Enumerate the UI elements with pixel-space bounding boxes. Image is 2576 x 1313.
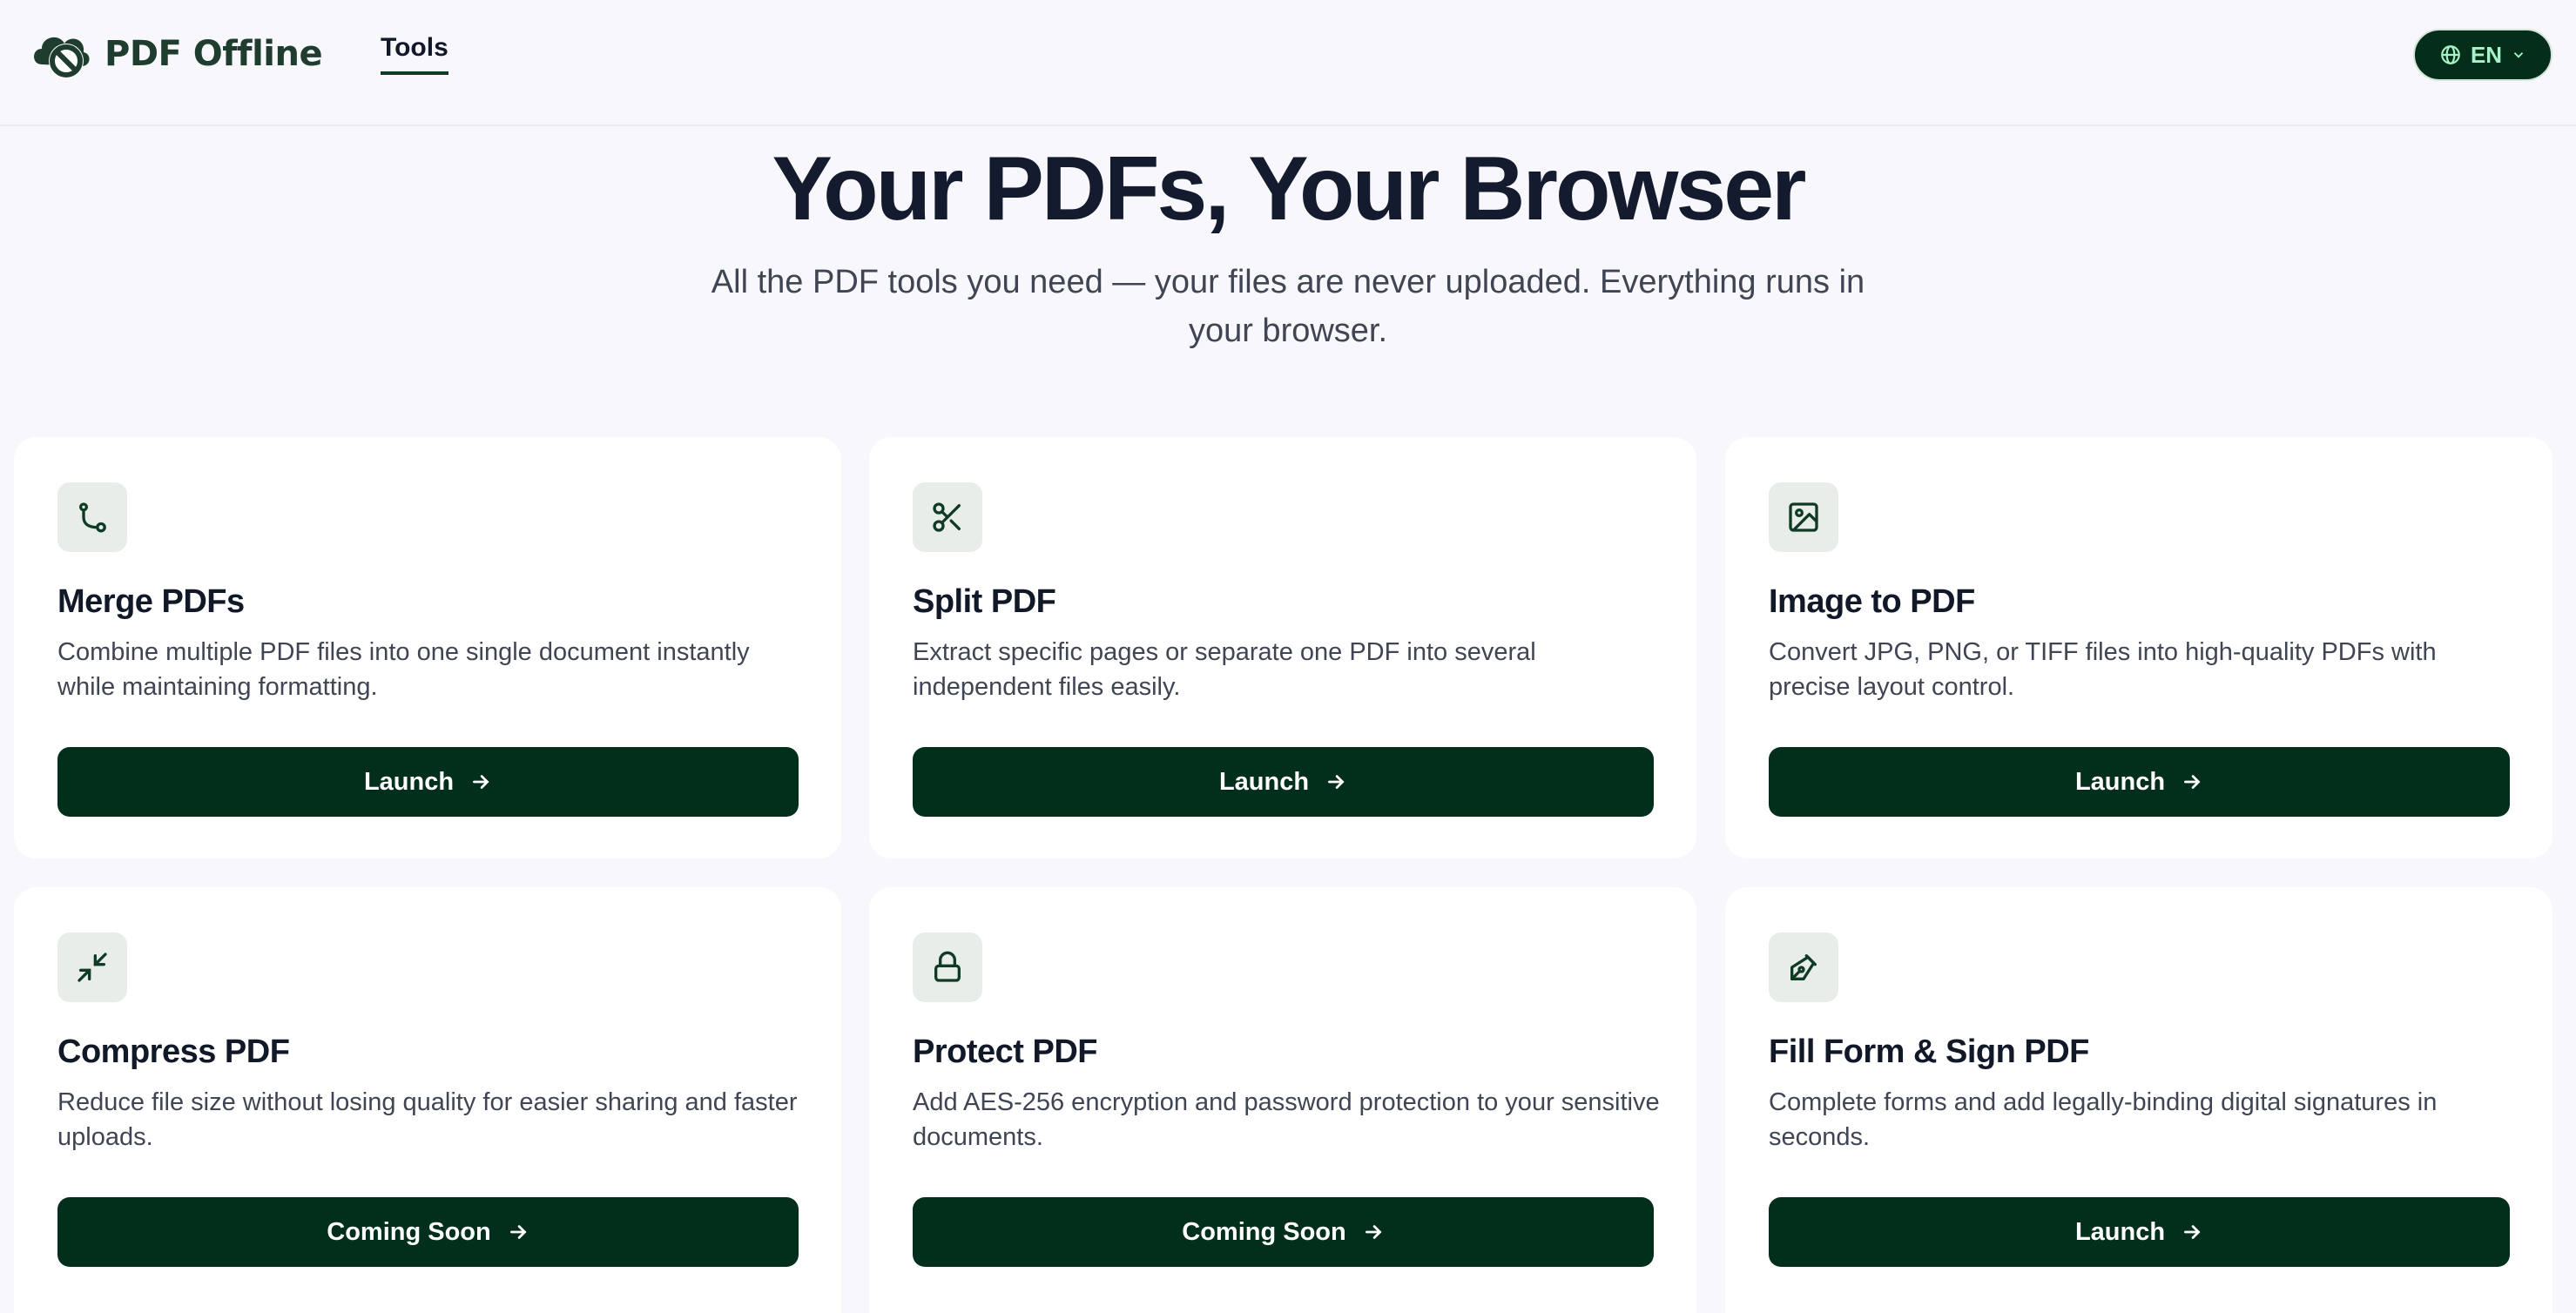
tool-title: Image to PDF bbox=[1769, 583, 1975, 620]
brand-logo[interactable]: PDF Offline bbox=[30, 26, 323, 82]
lock-icon bbox=[913, 933, 982, 1002]
arrow-right-icon bbox=[2184, 775, 2201, 789]
tool-card-merge: Merge PDFs Combine multiple PDF files in… bbox=[14, 437, 841, 858]
button-label: Launch bbox=[1218, 767, 1310, 796]
arrow-right-icon bbox=[2184, 1225, 2201, 1239]
tool-title: Merge PDFs bbox=[57, 583, 245, 620]
language-selector[interactable]: EN bbox=[2413, 29, 2552, 81]
fill-sign-launch-button[interactable]: Launch bbox=[1769, 1197, 2510, 1267]
top-header: PDF Offline Tools EN bbox=[0, 0, 2576, 126]
tool-description: Convert JPG, PNG, or TIFF files into hig… bbox=[1769, 638, 2437, 701]
tool-card-image-to-pdf: Image to PDF Convert JPG, PNG, or TIFF f… bbox=[1725, 437, 2552, 858]
button-label: Launch bbox=[2074, 1217, 2166, 1246]
tool-title: Protect PDF bbox=[913, 1034, 1097, 1070]
button-label: Launch bbox=[363, 767, 455, 796]
tool-description: Combine multiple PDF files into one sing… bbox=[57, 638, 750, 701]
tool-description: Extract specific pages or separate one P… bbox=[913, 638, 1536, 701]
tool-description: Complete forms and add legally-binding d… bbox=[1769, 1088, 2438, 1151]
arrow-right-icon bbox=[509, 1225, 527, 1239]
arrow-right-icon bbox=[1328, 775, 1345, 789]
tool-card-fill-sign: Fill Form & Sign PDF Complete forms and … bbox=[1725, 887, 2552, 1313]
pen-icon bbox=[1769, 933, 1838, 1002]
merge-launch-button[interactable]: Launch bbox=[57, 747, 799, 817]
arrow-right-icon bbox=[473, 775, 489, 789]
language-label: EN bbox=[2470, 41, 2503, 68]
image-icon bbox=[1769, 482, 1838, 552]
page-title: Your PDFs, Your Browser bbox=[772, 138, 1806, 239]
brand-name: PDF Offline bbox=[105, 34, 323, 74]
chevron-down-icon bbox=[2513, 52, 2524, 58]
image-to-pdf-launch-button[interactable]: Launch bbox=[1769, 747, 2510, 817]
tool-title: Compress PDF bbox=[57, 1034, 290, 1070]
button-label: Coming Soon bbox=[327, 1217, 491, 1246]
button-label: Coming Soon bbox=[1182, 1217, 1346, 1246]
page-subtitle: All the PDF tools you need — your files … bbox=[711, 264, 1865, 349]
arrow-right-icon bbox=[1365, 1225, 1382, 1239]
globe-icon bbox=[2441, 45, 2460, 64]
merge-icon bbox=[57, 482, 127, 552]
tool-card-compress: Compress PDF Reduce file size without lo… bbox=[14, 887, 841, 1313]
tool-title: Fill Form & Sign PDF bbox=[1769, 1034, 2089, 1070]
button-label: Launch bbox=[2074, 767, 2166, 796]
scissors-icon bbox=[913, 482, 982, 552]
tool-description: Add AES-256 encryption and password prot… bbox=[913, 1088, 1660, 1151]
protect-coming-soon-button[interactable]: Coming Soon bbox=[913, 1197, 1654, 1267]
tool-card-protect: Protect PDF Add AES-256 encryption and p… bbox=[869, 887, 1696, 1313]
tool-description: Reduce file size without losing quality … bbox=[57, 1088, 798, 1151]
compress-icon bbox=[57, 933, 127, 1002]
tool-title: Split PDF bbox=[913, 583, 1056, 620]
tool-card-split: Split PDF Extract specific pages or sepa… bbox=[869, 437, 1696, 858]
nav-tools-link[interactable]: Tools bbox=[381, 33, 448, 75]
compress-coming-soon-button[interactable]: Coming Soon bbox=[57, 1197, 799, 1267]
cloud-logo-icon bbox=[34, 37, 90, 78]
split-launch-button[interactable]: Launch bbox=[913, 747, 1654, 817]
